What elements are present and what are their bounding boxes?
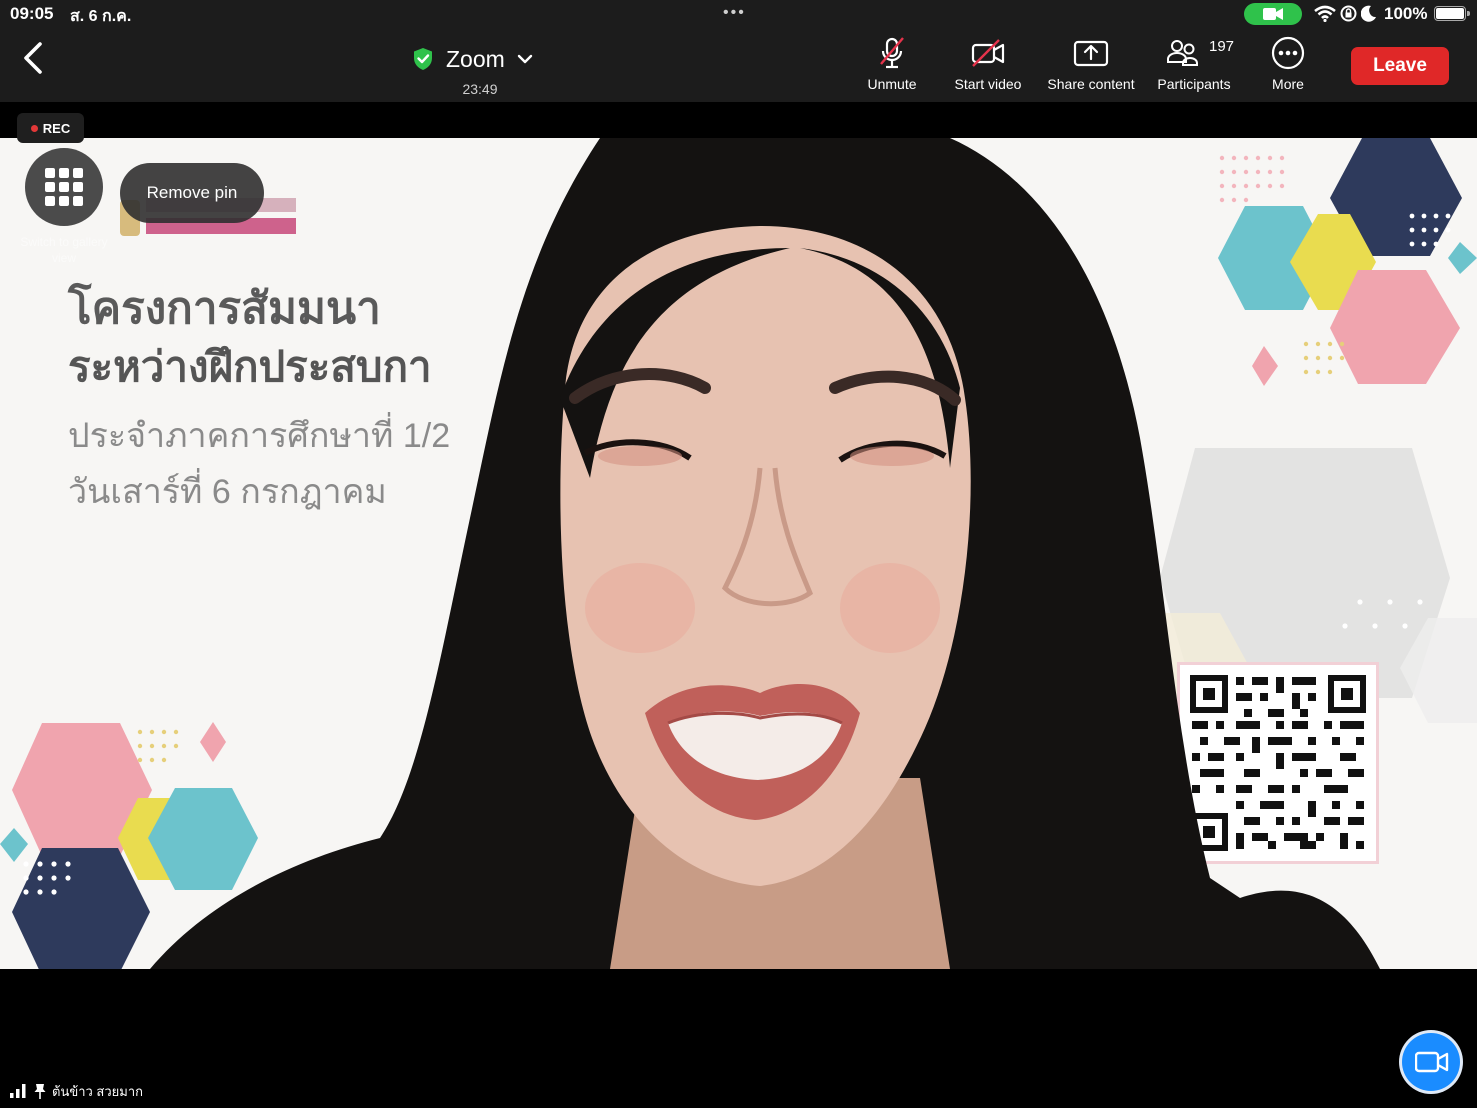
active-speaker-video[interactable]: โครงการสัมมนา ระหว่างฝึกประสบกา ประจำภาค… [0,138,1477,969]
participants-label: Participants [1157,76,1231,92]
rotation-lock-icon [1340,5,1357,27]
switch-to-gallery-button[interactable] [25,148,103,226]
date: ส. 6 ก.ค. [70,8,132,25]
share-content-button[interactable]: Share content [1040,36,1142,98]
record-dot-icon [30,124,38,132]
participants-icon [1167,40,1198,66]
grid-icon [45,168,83,206]
remove-pin-button[interactable]: Remove pin [120,163,264,223]
meeting-timer: 23:49 [462,81,498,97]
recording-label: REC [42,120,71,136]
participant-video-person [150,138,1380,969]
participant-name: ต้นข้าว สวยมาก [52,1083,144,1099]
unmute-button[interactable]: Unmute [857,36,927,98]
wifi-icon [1314,5,1336,27]
more-label: More [1272,76,1304,92]
camera-in-use-icon [1244,3,1302,25]
more-icon [1271,36,1305,70]
meeting-toolbar: Zoom 23:49 Unmute Start video Share cont… [0,28,1477,102]
clock: 09:05 [10,4,54,23]
pin-icon [34,1084,46,1099]
start-video-label: Start video [954,76,1022,92]
chevron-down-icon [517,54,532,64]
battery-icon [1434,6,1470,21]
participant-name-tag: ต้นข้าว สวยมาก [10,1081,143,1101]
start-video-button[interactable]: Start video [947,36,1029,98]
meeting-title: Zoom [446,45,505,72]
participants-count: 197 [1209,38,1235,55]
status-bar: 09:05 ส. 6 ก.ค. ••• 100% [0,0,1477,28]
floating-video-button[interactable] [1402,1033,1460,1091]
back-button[interactable] [18,40,50,78]
multitasking-dots[interactable]: ••• [723,4,746,22]
leave-button[interactable]: Leave [1351,47,1449,85]
gallery-caption: Switch to gallery view [20,235,108,265]
share-icon [1073,40,1109,67]
unmute-label: Unmute [867,76,917,92]
video-letterbox-top [0,102,1477,138]
video-letterbox-bottom [0,969,1477,1108]
back-chevron-icon [24,42,42,74]
meeting-info-button[interactable]: Zoom [412,42,533,76]
moon-icon [1360,5,1377,27]
video-camera-icon [1415,1051,1449,1073]
share-content-label: Share content [1047,76,1135,92]
video-off-icon [971,39,1005,67]
more-button[interactable]: More [1266,36,1310,98]
battery-percent: 100% [1384,4,1428,23]
shield-check-icon [414,48,432,70]
recording-indicator[interactable]: REC [17,113,84,143]
signal-icon [10,1084,26,1098]
mic-off-icon [880,37,904,69]
